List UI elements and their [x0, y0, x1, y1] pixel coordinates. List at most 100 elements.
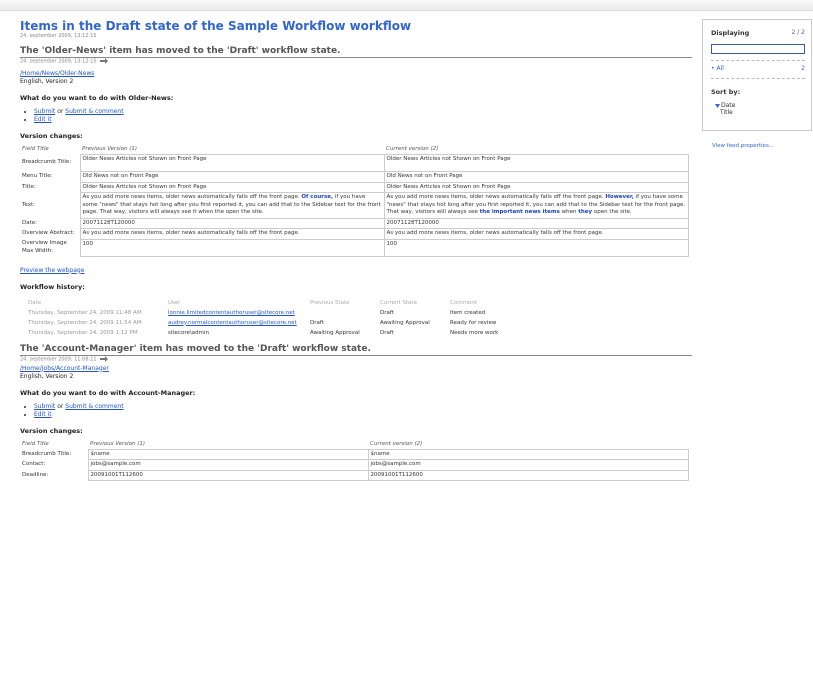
curr-value: Older News Articles not Shown on Front P… [383, 181, 689, 193]
action-question: What do you want to do with Older-News: [20, 94, 174, 102]
filter-all-label: All [716, 65, 724, 72]
prev-value: As you add more news items, older news a… [79, 228, 385, 240]
version-changes-heading: Version changes: [20, 426, 83, 435]
history-comment: Needs more work [450, 329, 499, 336]
search-input[interactable] [711, 44, 805, 54]
submit-comment-link[interactable]: Submit & comment [65, 108, 123, 115]
action-list: Submit or Submit & comment Edit it [20, 108, 692, 124]
curr-value: jobs@sample.com [367, 459, 689, 471]
item-title-older-news[interactable]: The 'Older-News' item has moved to the '… [20, 46, 692, 58]
history-prev-state: Awaiting Approval [310, 329, 360, 336]
prev-value: As you add more news items, older news a… [79, 192, 385, 219]
item-path-link[interactable]: /Home/News/Older-News [20, 70, 692, 78]
table-row: Breadcrumb Title: $name $name [20, 448, 689, 460]
prev-value: 100 [79, 238, 385, 257]
preview-webpage-link[interactable]: Preview the webpage [20, 267, 692, 275]
table-row: Text: As you add more news items, older … [20, 192, 689, 219]
item-date: 24. september 2009, 11:08:11 [20, 355, 692, 363]
or-text: or [57, 108, 64, 115]
history-col-previous-state: Previous State [310, 299, 350, 306]
curr-text-highlight: However, [605, 194, 634, 200]
col-previous-version: Previous Version (1) [82, 146, 138, 152]
triangle-down-icon [715, 103, 720, 108]
history-col-current-state: Current State [380, 299, 417, 306]
browser-top-bar [0, 0, 813, 11]
col-current-version: Current version (2) [386, 146, 439, 152]
prev-value: 20071128T120000 [79, 217, 385, 229]
history-curr-state: Draft [380, 309, 394, 316]
version-changes-table: Field Title Previous Version (1) Current… [20, 439, 689, 482]
curr-value: 20071128T120000 [383, 217, 689, 229]
view-feed-properties-link[interactable]: View feed properties... [712, 143, 774, 149]
history-curr-state: Draft [380, 329, 394, 336]
divider [711, 78, 805, 79]
history-user: lonnie.limitedcontentauthoruser@sitecore… [168, 308, 310, 318]
col-field-title: Field Title [22, 440, 49, 447]
prev-value: 20091001T112600 [87, 469, 369, 481]
arrow-right-icon[interactable] [99, 58, 108, 64]
history-user-link[interactable]: lonnie.limitedcontentauthoruser@sitecore… [168, 310, 295, 316]
history-col-date: Date [28, 299, 42, 306]
prev-value: Old News not on Front Page [79, 171, 385, 183]
prev-value: Older News Articles not Shown on Front P… [79, 181, 385, 193]
curr-text-c: when [561, 209, 577, 215]
item-path-link[interactable]: /Home/Jobs/Account-Manager [20, 365, 692, 373]
field-name: Overview Image Max Width: [22, 240, 67, 254]
curr-value: 100 [383, 238, 689, 257]
table-row: Contact: jobs@sample.com jobs@sample.com [20, 459, 689, 471]
table-row: Deadline: 20091001T112600 20091001T11260… [20, 469, 689, 481]
history-comment: Item created [450, 309, 486, 316]
curr-value: As you add more news items, older news a… [383, 192, 689, 219]
arrow-right-icon[interactable] [99, 355, 108, 362]
curr-value: 20091001T112600 [367, 469, 689, 481]
sort-by-label: Sort by: [711, 88, 741, 96]
field-name: Date: [22, 219, 37, 226]
history-date: Thursday, September 24, 2009 1:12 PM [28, 329, 138, 336]
filter-all[interactable]: • All [711, 65, 724, 72]
curr-value: $name [367, 448, 689, 460]
history-date: Thursday, September 24, 2009 11:48 AM [28, 309, 142, 316]
edit-link[interactable]: Edit it [34, 411, 52, 418]
table-row: Date: 20071128T120000 20071128T120000 [20, 217, 689, 229]
submit-link[interactable]: Submit [34, 403, 55, 410]
prev-text-a: As you add more news items, older news a… [82, 194, 300, 200]
history-user: sitecore\admin [168, 329, 209, 336]
table-row: Breadcrumb Title: Older News Articles no… [20, 154, 689, 172]
history-prev-state: Draft [310, 319, 324, 326]
edit-link[interactable]: Edit it [34, 116, 52, 123]
curr-value: As you add more news items, older news a… [383, 228, 689, 240]
history-user: audrey.normalcontentauthoruser@sitecore.… [168, 318, 310, 328]
history-curr-state: Awaiting Approval [380, 319, 430, 326]
history-user-link[interactable]: audrey.normalcontentauthoruser@sitecore.… [168, 320, 297, 326]
item-date-text: 24. september 2009, 13:12:15 [20, 58, 97, 65]
col-field-title: Field Title [22, 146, 49, 153]
field-name: Overview Abstract: [22, 230, 75, 236]
item-title-account-manager[interactable]: The 'Account-Manager' item has moved to … [20, 344, 692, 356]
history-prev-state [310, 308, 380, 318]
col-current-version: Current version (2) [370, 440, 423, 447]
table-row: Menu Title: Old News not on Front Page O… [20, 171, 689, 183]
col-previous-version: Previous Version (1) [90, 440, 146, 447]
sort-option-date[interactable]: Date [715, 102, 735, 109]
curr-value: Old News not on Front Page [383, 171, 689, 183]
history-col-user: User [168, 299, 181, 306]
feed-main: Items in the Draft state of the Sample W… [20, 19, 692, 481]
history-header-row: Date User Previous State Current State C… [28, 298, 530, 308]
prev-value: jobs@sample.com [87, 459, 369, 471]
displaying-label: Displaying [711, 29, 750, 37]
submit-comment-link[interactable]: Submit & comment [65, 403, 123, 410]
feed-date: 24. september 2009, 13:12:15 [20, 33, 97, 39]
divider [711, 60, 805, 61]
sort-option-title[interactable]: Title [720, 109, 733, 116]
version-changes-table: Field Title Previous Version (1) Current… [20, 144, 689, 257]
curr-text-a: As you add more news items, older news a… [386, 194, 604, 200]
feed-page: Items in the Draft state of the Sample W… [0, 0, 813, 688]
history-row: Thursday, September 24, 2009 11:54 AM au… [28, 318, 530, 328]
field-name: Breadcrumb Title: [22, 159, 72, 166]
edit-action: Edit it [34, 116, 692, 124]
field-name: Contact: [22, 461, 46, 467]
field-name: Text: [22, 201, 35, 208]
history-col-comment: Comment [450, 299, 477, 306]
submit-link[interactable]: Submit [34, 108, 55, 115]
prev-value: Older News Articles not Shown on Front P… [79, 154, 385, 172]
